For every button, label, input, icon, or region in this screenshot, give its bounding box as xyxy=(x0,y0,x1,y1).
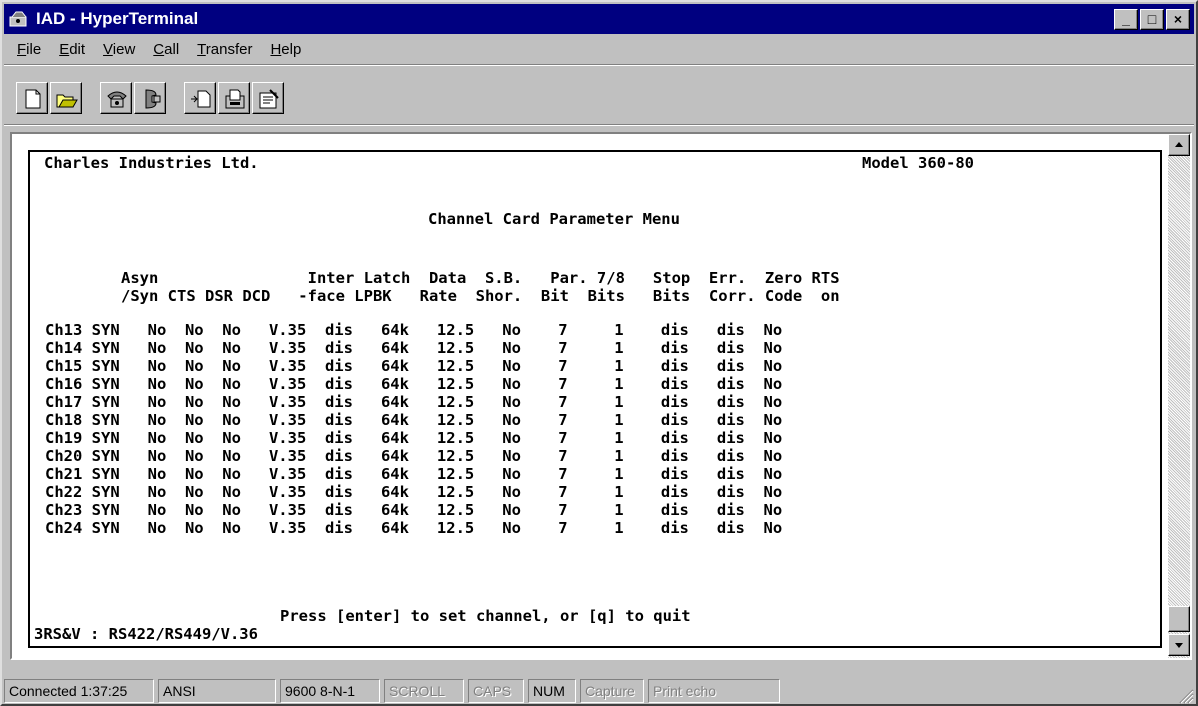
table-row: Ch17 SYN No No No V.35 dis 64k 12.5 No 7… xyxy=(45,393,783,411)
company-name: Charles Industries Ltd. xyxy=(44,154,259,172)
minimize-icon: _ xyxy=(1122,10,1130,27)
table-row: Ch22 SYN No No No V.35 dis 64k 12.5 No 7… xyxy=(45,483,783,501)
send-button[interactable] xyxy=(184,82,216,114)
vertical-scrollbar[interactable] xyxy=(1168,134,1190,658)
table-row: Ch20 SYN No No No V.35 dis 64k 12.5 No 7… xyxy=(45,447,783,465)
status-print-echo-indicator: Print echo xyxy=(648,679,780,703)
new-button[interactable] xyxy=(16,82,48,114)
terminal-frame: Charles Industries Ltd. Model 360-80 Cha… xyxy=(10,132,1192,660)
arrow-up-icon xyxy=(1175,142,1183,147)
status-num-indicator: NUM xyxy=(528,679,576,703)
menu-transfer[interactable]: Transfer xyxy=(188,41,261,58)
hyperterminal-window: IAD - HyperTerminal _ □ × File Edit View… xyxy=(0,0,1198,706)
status-port-settings: 9600 8-N-1 xyxy=(280,679,380,703)
receive-file-icon xyxy=(225,89,245,109)
table-header-row-1: Asyn Inter Latch Data S.B. Par. 7/8 Stop… xyxy=(121,269,840,287)
disconnect-button[interactable] xyxy=(134,82,166,114)
scroll-down-button[interactable] xyxy=(1168,634,1190,656)
menu-view[interactable]: View xyxy=(94,41,144,58)
prompt-line: Press [enter] to set channel, or [q] to … xyxy=(280,607,691,625)
menu-transfer-mnemonic: T xyxy=(197,40,206,58)
table-row: Ch23 SYN No No No V.35 dis 64k 12.5 No 7… xyxy=(45,501,783,519)
status-bar: Connected 1:37:25 ANSI 9600 8-N-1 SCROLL… xyxy=(4,678,1194,704)
menu-edit-label: dit xyxy=(69,40,86,58)
toolbar-group-transfer xyxy=(184,82,252,114)
minimize-button[interactable]: _ xyxy=(1114,8,1138,30)
send-file-icon xyxy=(191,90,211,108)
receive-button[interactable] xyxy=(218,82,250,114)
open-button[interactable] xyxy=(50,82,82,114)
toolbar xyxy=(4,70,1194,122)
menu-file[interactable]: File xyxy=(8,41,50,58)
toolbar-group-properties xyxy=(252,82,286,114)
menu-call[interactable]: Call xyxy=(144,41,188,58)
menu-title: Channel Card Parameter Menu xyxy=(428,210,680,228)
toolbar-group-call xyxy=(100,82,168,114)
menu-edit-mnemonic: E xyxy=(59,40,70,58)
maximize-icon: □ xyxy=(1147,10,1157,27)
terminal-screen[interactable]: Charles Industries Ltd. Model 360-80 Cha… xyxy=(12,134,1168,658)
menu-view-mnemonic: V xyxy=(103,40,113,58)
table-header-row-2: /Syn CTS DSR DCD -face LPBK Rate Shor. B… xyxy=(121,287,840,305)
status-scroll-indicator: SCROLL xyxy=(384,679,464,703)
toolbar-group-file xyxy=(16,82,84,114)
status-emulation: ANSI xyxy=(158,679,276,703)
hyperterminal-app-icon[interactable] xyxy=(8,8,30,30)
menu-transfer-label: ransfer xyxy=(205,40,253,58)
menu-call-mnemonic: C xyxy=(153,40,165,58)
table-row: Ch24 SYN No No No V.35 dis 64k 12.5 No 7… xyxy=(45,519,783,537)
terminal-status-line: 3RS&V : RS422/RS449/V.36 xyxy=(34,625,258,643)
status-connected-time: Connected 1:37:25 xyxy=(4,679,154,703)
resize-grip-icon[interactable] xyxy=(1176,686,1194,704)
arrow-down-icon xyxy=(1175,643,1183,648)
menu-file-mnemonic: F xyxy=(17,40,27,58)
disconnect-phone-icon xyxy=(145,89,161,109)
scroll-thumb[interactable] xyxy=(1168,606,1190,632)
menu-help-label: elp xyxy=(281,40,302,58)
connect-phone-icon xyxy=(107,91,127,108)
title-bar[interactable]: IAD - HyperTerminal _ □ × xyxy=(4,4,1194,34)
model-number: Model 360-80 xyxy=(862,154,974,172)
menu-help-mnemonic: H xyxy=(270,40,282,58)
menu-view-label: iew xyxy=(112,40,136,58)
menu-bar: File Edit View Call Transfer Help xyxy=(4,36,1194,62)
menu-separator xyxy=(4,64,1194,66)
table-row: Ch19 SYN No No No V.35 dis 64k 12.5 No 7… xyxy=(45,429,783,447)
new-document-icon xyxy=(25,89,41,109)
table-row: Ch18 SYN No No No V.35 dis 64k 12.5 No 7… xyxy=(45,411,783,429)
status-capture-indicator: Capture xyxy=(580,679,644,703)
open-folder-icon xyxy=(56,94,78,108)
menu-help[interactable]: Help xyxy=(261,41,310,58)
menu-call-label: all xyxy=(164,40,180,58)
close-button[interactable]: × xyxy=(1166,8,1190,30)
table-row: Ch21 SYN No No No V.35 dis 64k 12.5 No 7… xyxy=(45,465,783,483)
properties-icon xyxy=(259,89,279,109)
table-row: Ch15 SYN No No No V.35 dis 64k 12.5 No 7… xyxy=(45,357,783,375)
scroll-up-button[interactable] xyxy=(1168,134,1190,156)
menu-edit[interactable]: Edit xyxy=(50,41,94,58)
close-icon: × xyxy=(1173,10,1183,27)
menu-file-label: ile xyxy=(26,40,42,58)
maximize-button[interactable]: □ xyxy=(1140,8,1164,30)
table-row: Ch13 SYN No No No V.35 dis 64k 12.5 No 7… xyxy=(45,321,783,339)
connect-button[interactable] xyxy=(100,82,132,114)
toolbar-separator xyxy=(4,124,1194,126)
table-row: Ch14 SYN No No No V.35 dis 64k 12.5 No 7… xyxy=(45,339,783,357)
status-caps-indicator: CAPS xyxy=(468,679,524,703)
window-title: IAD - HyperTerminal xyxy=(36,9,199,28)
table-row: Ch16 SYN No No No V.35 dis 64k 12.5 No 7… xyxy=(45,375,783,393)
properties-button[interactable] xyxy=(252,82,284,114)
